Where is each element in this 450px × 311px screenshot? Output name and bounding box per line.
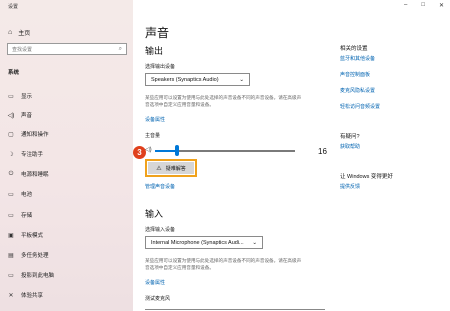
maximize-button[interactable]: □ (421, 2, 425, 9)
sidebar-item-battery[interactable]: ▭ 电池 (7, 188, 32, 200)
power-icon: ⏻ (8, 170, 14, 177)
sidebar-item-display[interactable]: ▭ 显示 (7, 90, 32, 102)
sidebar-item-tablet[interactable]: ▣ 平板模式 (7, 229, 43, 241)
window-title: 设置 (8, 4, 19, 10)
sidebar-section-title: 系统 (8, 70, 20, 76)
sidebar-item-focus-assist[interactable]: ☽ 专注助手 (7, 148, 43, 160)
input-device-label: 选择输入设备 (145, 227, 176, 233)
related-link-bluetooth[interactable]: 蓝牙和其他设备 (340, 55, 375, 62)
close-button[interactable]: ✕ (439, 2, 444, 9)
get-help-link[interactable]: 获取帮助 (340, 143, 360, 150)
input-device-select[interactable]: Internal Microphone (Synaptics Audi... ⌄ (145, 236, 263, 249)
speaker-icon: ◁) (7, 112, 15, 119)
related-link-microphone-privacy[interactable]: 麦克风隐私设置 (340, 87, 375, 94)
tablet-icon: ▣ (8, 232, 14, 239)
display-icon: ▭ (8, 93, 14, 100)
sidebar-item-projecting[interactable]: ▭ 投影到此电脑 (7, 269, 54, 281)
sidebar-item-label: 显示 (21, 94, 33, 100)
troubleshoot-highlight: ⚠ 疑难解答 (145, 159, 197, 177)
input-device-value: Internal Microphone (Synaptics Audi... (151, 239, 244, 246)
related-link-sound-control-panel[interactable]: 声音控制面板 (340, 71, 370, 78)
sidebar-item-label: 多任务处理 (21, 253, 49, 259)
home-icon: ⌂ (8, 29, 13, 36)
input-heading: 输入 (145, 209, 164, 219)
sidebar-home[interactable]: ⌂ 主页 (8, 28, 30, 37)
sidebar-item-label: 存储 (21, 213, 33, 219)
volume-slider-fill (155, 150, 177, 152)
search-icon: ⌕ (118, 45, 122, 52)
chevron-down-icon: ⌄ (252, 239, 257, 246)
sidebar-item-label: 电源和睡眠 (21, 172, 49, 178)
battery-icon: ▭ (8, 191, 14, 198)
manage-sound-devices-link[interactable]: 管理声音设备 (145, 183, 175, 190)
volume-value: 16 (318, 147, 327, 156)
moon-icon: ☽ (8, 151, 14, 158)
sidebar-item-label: 平板模式 (21, 233, 44, 239)
window-controls: – □ ✕ (404, 2, 444, 9)
sidebar-item-multitasking[interactable]: ▤ 多任务处理 (7, 249, 49, 261)
improve-windows-title: 让 Windows 变得更好 (340, 174, 393, 180)
output-description: 某些应用可以设置为使用与此处选择的声音设备不同的声音设备。请在高级声音选项中自定… (145, 95, 302, 107)
output-device-value: Speakers (Synaptics Audio) (151, 76, 219, 83)
step-badge: 3 (133, 146, 146, 159)
output-device-properties-link[interactable]: 设备属性 (145, 116, 165, 123)
search-input[interactable]: 查找设置 ⌕ (7, 43, 127, 55)
sidebar-item-label: 通知和操作 (21, 132, 49, 138)
sidebar-item-label: 专注助手 (21, 152, 44, 158)
sidebar-item-storage[interactable]: ▭ 存储 (7, 209, 32, 221)
sidebar-item-label: 投影到此电脑 (21, 273, 55, 279)
give-feedback-link[interactable]: 提供反馈 (340, 183, 360, 190)
sidebar-item-sound[interactable]: ◁) 声音 (7, 109, 32, 121)
page-title: 声音 (145, 26, 170, 40)
help-title: 有疑问? (340, 134, 360, 140)
sidebar-item-label: 体验共享 (21, 293, 44, 299)
storage-icon: ▭ (8, 212, 14, 219)
sidebar-item-label: 电池 (21, 192, 33, 198)
related-settings-title: 相关的设置 (340, 46, 368, 52)
output-heading: 输出 (145, 46, 164, 56)
warning-icon: ⚠ (156, 165, 162, 172)
sidebar-item-shared-experiences[interactable]: ✕ 体验共享 (7, 289, 43, 301)
multitask-icon: ▤ (8, 252, 14, 259)
volume-slider-thumb[interactable] (175, 145, 179, 156)
sidebar: 设置 ⌂ 主页 查找设置 ⌕ 系统 ▭ 显示 ◁) 声音 ▢ 通知和操作 ☽ 专… (0, 0, 133, 311)
troubleshoot-button[interactable]: ⚠ 疑难解答 (148, 162, 194, 174)
troubleshoot-label: 疑难解答 (165, 165, 186, 172)
minimize-button[interactable]: – (404, 2, 407, 9)
chevron-down-icon: ⌄ (239, 76, 244, 83)
test-microphone-label: 测试麦克风 (145, 296, 171, 302)
sidebar-item-power[interactable]: ⏻ 电源和睡眠 (7, 168, 49, 180)
microphone-level-meter (145, 309, 325, 310)
output-device-label: 选择输出设备 (145, 64, 176, 70)
main-content: – □ ✕ 声音 输出 选择输出设备 Speakers (Synaptics A… (133, 0, 450, 311)
sidebar-item-label: 声音 (21, 113, 33, 119)
related-link-ease-of-access-audio[interactable]: 轻松访问音频设置 (340, 103, 380, 110)
sidebar-home-label: 主页 (18, 31, 31, 37)
share-icon: ✕ (8, 292, 14, 299)
notification-icon: ▢ (8, 131, 14, 138)
input-description: 某些应用可以设置为使用与此处选择的声音设备不同的声音设备。请在高级声音选项中自定… (145, 258, 302, 270)
search-placeholder: 查找设置 (12, 46, 33, 53)
project-icon: ▭ (8, 272, 14, 279)
output-device-select[interactable]: Speakers (Synaptics Audio) ⌄ (145, 73, 250, 86)
sidebar-item-notifications[interactable]: ▢ 通知和操作 (7, 128, 49, 140)
master-volume-label: 主音量 (145, 133, 161, 139)
input-device-properties-link[interactable]: 设备属性 (145, 279, 165, 286)
